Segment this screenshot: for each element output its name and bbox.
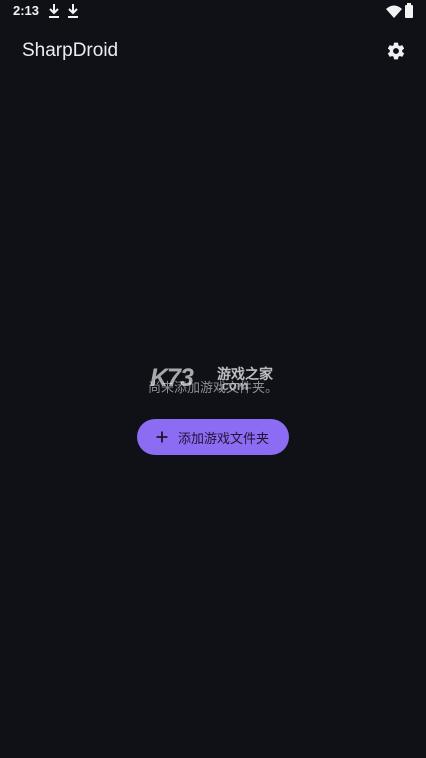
download-icon (66, 3, 80, 19)
watermark-text-com: .com (218, 378, 249, 393)
plus-icon (156, 431, 168, 443)
add-game-folder-button[interactable]: 添加游戏文件夹 (137, 419, 289, 455)
app-title: SharpDroid (22, 40, 119, 61)
download-icon (47, 3, 61, 19)
watermark-logo: K73 游戏之家 .com (150, 364, 280, 394)
watermark-brand: K73 (150, 364, 194, 392)
status-bar: 2:13 (0, 0, 426, 24)
status-time: 2:13 (13, 3, 40, 18)
add-game-folder-label: 添加游戏文件夹 (177, 431, 269, 447)
app-bar: SharpDroid (0, 24, 426, 78)
settings-button[interactable] (381, 36, 411, 66)
wifi-icon (386, 4, 402, 18)
gear-icon (387, 42, 405, 60)
battery-icon (404, 3, 414, 19)
